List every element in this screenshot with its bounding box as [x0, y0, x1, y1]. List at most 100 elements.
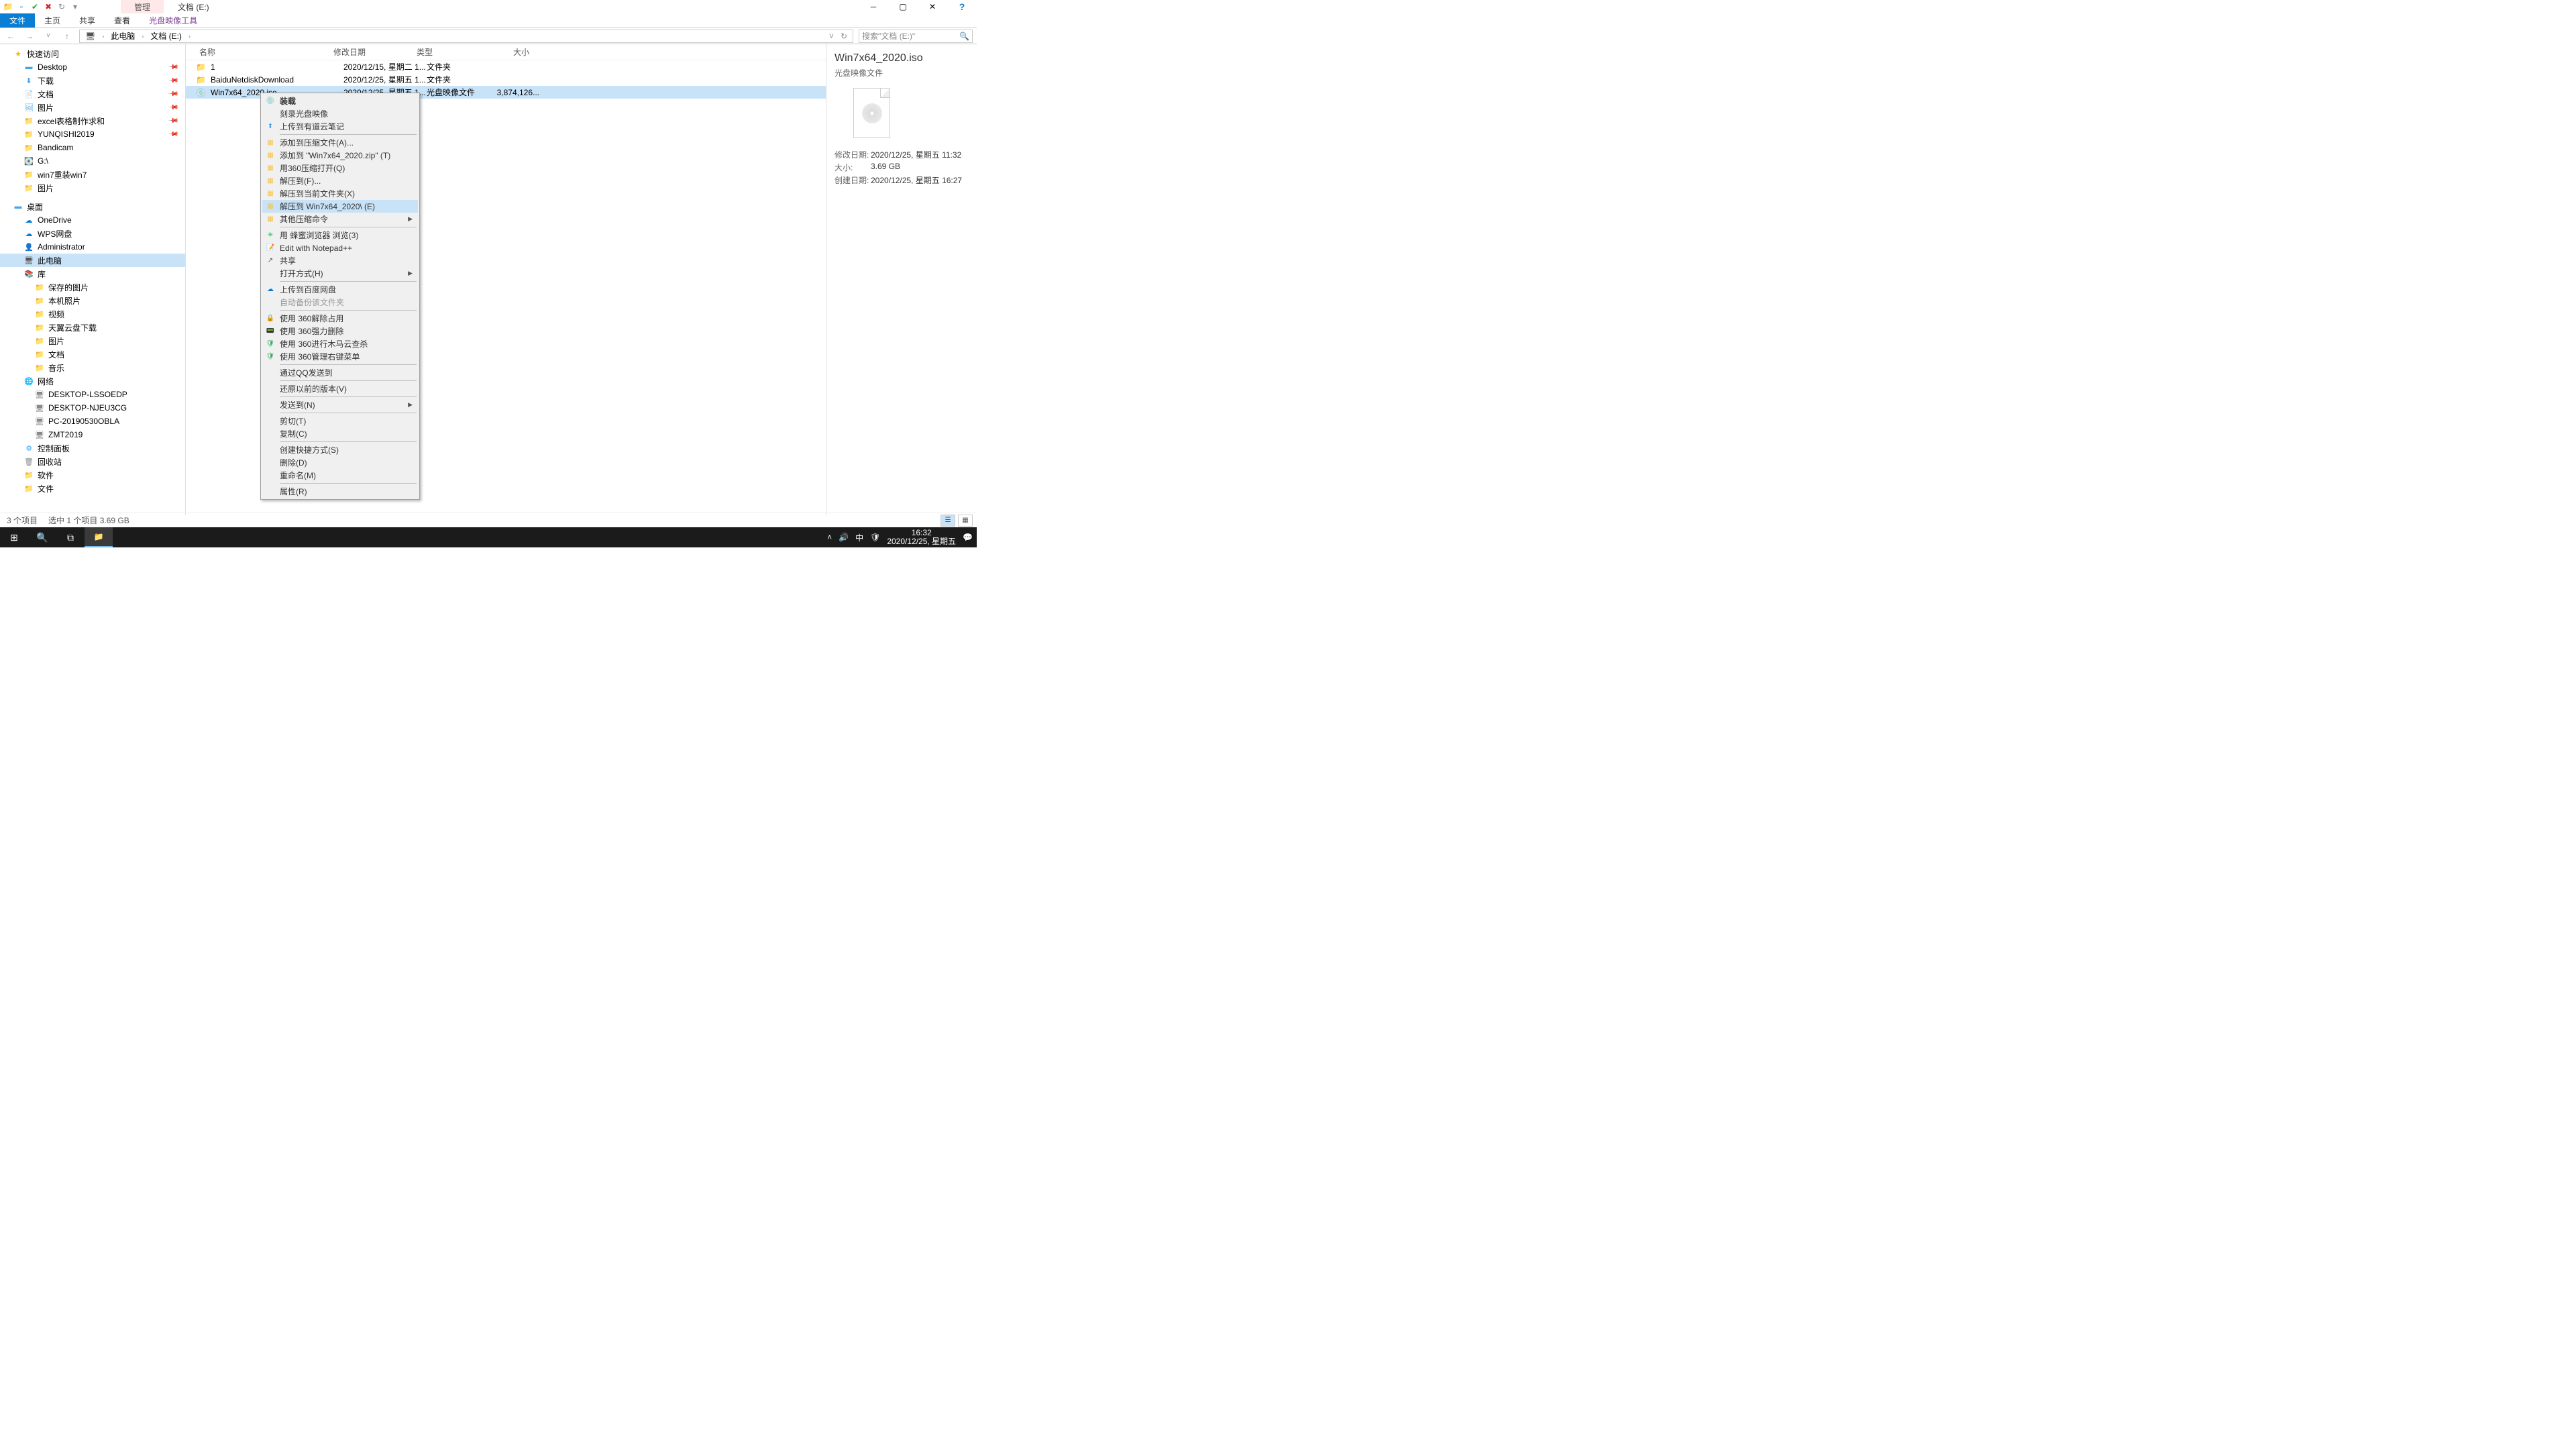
tray-chevron-up-icon[interactable]: ˄ — [827, 533, 832, 542]
nav-this-pc[interactable]: 🖥此电脑 — [0, 254, 185, 267]
nav-recycle[interactable]: 🗑回收站 — [0, 455, 185, 468]
search-button[interactable]: 🔍 — [28, 527, 56, 547]
ribbon-tab-disc-tools[interactable]: 光盘映像工具 — [140, 13, 207, 28]
breadcrumb-drive[interactable]: 文档 (E:) — [148, 30, 184, 42]
ribbon-tab-file[interactable]: 文件 — [0, 13, 35, 28]
ribbon-context-tab[interactable]: 管理 — [121, 0, 164, 13]
chevron-right-icon[interactable]: › — [186, 33, 193, 40]
nav-pc2[interactable]: 🖥DESKTOP-NJEU3CG — [0, 401, 185, 415]
nav-network[interactable]: 🌐网络 — [0, 374, 185, 388]
ctx-baidu-upload[interactable]: ☁上传到百度网盘 — [262, 283, 418, 296]
ctx-extract-here[interactable]: ▦解压到当前文件夹(X) — [262, 187, 418, 200]
nav-pictures2[interactable]: 📁图片 — [0, 181, 185, 195]
ctx-share[interactable]: ↗共享 — [262, 254, 418, 267]
ctx-360-unlock[interactable]: 🔒使用 360解除占用 — [262, 312, 418, 325]
nav-desktop-zh[interactable]: ▬桌面 — [0, 200, 185, 213]
help-button[interactable]: ? — [947, 0, 977, 13]
col-header-name[interactable]: 名称 — [186, 46, 333, 58]
ctx-fengmi[interactable]: ✳用 蜂蜜浏览器 浏览(3) — [262, 229, 418, 241]
ctx-cut[interactable]: 剪切(T) — [262, 415, 418, 427]
nav-videos[interactable]: 📁视频 — [0, 307, 185, 321]
nav-software[interactable]: 📁软件 — [0, 468, 185, 482]
refresh-icon[interactable]: ↻ — [838, 32, 850, 41]
nav-excel[interactable]: 📁excel表格制作求和📌 — [0, 114, 185, 127]
ctx-extract-folder[interactable]: ▦解压到 Win7x64_2020\ (E) — [262, 200, 418, 213]
col-header-date[interactable]: 修改日期 — [333, 46, 417, 58]
nav-desktop[interactable]: ▬Desktop📌 — [0, 60, 185, 74]
file-row[interactable]: 📁 BaiduNetdiskDownload 2020/12/25, 星期五 1… — [186, 73, 826, 86]
breadcrumb-dropdown-icon[interactable]: ˅ — [826, 32, 837, 41]
nav-admin[interactable]: 👤Administrator — [0, 240, 185, 254]
ctx-add-zip[interactable]: ▦添加到 "Win7x64_2020.zip" (T) — [262, 149, 418, 162]
chevron-right-icon[interactable]: › — [99, 33, 107, 40]
taskbar-clock[interactable]: 16:32 2020/12/25, 星期五 — [887, 529, 956, 546]
ctx-create-shortcut[interactable]: 创建快捷方式(S) — [262, 443, 418, 456]
nav-music[interactable]: 📁音乐 — [0, 361, 185, 374]
nav-local-photos[interactable]: 📁本机照片 — [0, 294, 185, 307]
nav-win7reinstall[interactable]: 📁win7重装win7 — [0, 168, 185, 181]
security-tray-icon[interactable]: 🛡 — [870, 533, 880, 542]
ctx-mount[interactable]: 💿装载 — [262, 95, 418, 107]
ctx-delete[interactable]: 删除(D) — [262, 456, 418, 469]
breadcrumb[interactable]: 🖥 › 此电脑 › 文档 (E:) › ˅ ↻ — [79, 30, 853, 43]
ctx-send-to[interactable]: 发送到(N)▶ — [262, 398, 418, 411]
ribbon-tab-view[interactable]: 查看 — [105, 13, 140, 28]
ctx-burn[interactable]: 刻录光盘映像 — [262, 107, 418, 120]
ribbon-tab-share[interactable]: 共享 — [70, 13, 105, 28]
save-qat-icon[interactable]: ▫ — [16, 1, 27, 12]
ctx-open-with[interactable]: 打开方式(H)▶ — [262, 267, 418, 280]
breadcrumb-this-pc[interactable]: 此电脑 — [108, 30, 138, 42]
nav-pics3[interactable]: 📁图片 — [0, 334, 185, 347]
nav-files[interactable]: 📁文件 — [0, 482, 185, 495]
nav-back-button[interactable]: ← — [4, 32, 17, 41]
nav-pc1[interactable]: 🖥DESKTOP-LSSOEDP — [0, 388, 185, 401]
ime-indicator[interactable]: 中 — [855, 532, 863, 543]
nav-pc4[interactable]: 🖥ZMT2019 — [0, 428, 185, 441]
ribbon-tab-home[interactable]: 主页 — [35, 13, 70, 28]
cancel-qat-icon[interactable]: ✖ — [43, 1, 54, 12]
nav-tianyi[interactable]: 📁天翼云盘下载 — [0, 321, 185, 334]
folder-qat-icon[interactable]: 📁 — [3, 1, 13, 12]
refresh-qat-icon[interactable]: ↻ — [56, 1, 67, 12]
nav-downloads[interactable]: ⬇下载📌 — [0, 74, 185, 87]
col-header-size[interactable]: 大小 — [484, 46, 537, 58]
icons-view-button[interactable]: ▦ — [958, 515, 973, 527]
details-view-button[interactable]: ☰ — [941, 515, 955, 527]
nav-onedrive[interactable]: ☁OneDrive — [0, 213, 185, 227]
nav-control-panel[interactable]: ⚙控制面板 — [0, 441, 185, 455]
nav-bandicam[interactable]: 📁Bandicam — [0, 141, 185, 154]
nav-forward-button[interactable]: → — [23, 32, 36, 41]
nav-documents[interactable]: 📄文档📌 — [0, 87, 185, 101]
start-button[interactable]: ⊞ — [0, 527, 28, 547]
ctx-properties[interactable]: 属性(R) — [262, 485, 418, 498]
ctx-rename[interactable]: 重命名(M) — [262, 469, 418, 482]
maximize-button[interactable]: ▢ — [888, 0, 918, 13]
explorer-taskbar-button[interactable]: 📁 — [85, 527, 113, 547]
nav-gdrive[interactable]: 💽G:\ — [0, 154, 185, 168]
check-qat-icon[interactable]: ✔ — [30, 1, 40, 12]
ctx-extract-to[interactable]: ▦解压到(F)... — [262, 174, 418, 187]
nav-up-button[interactable]: ↑ — [60, 32, 74, 41]
col-header-type[interactable]: 类型 — [417, 46, 484, 58]
ctx-add-archive[interactable]: ▦添加到压缩文件(A)... — [262, 136, 418, 149]
nav-history-dropdown[interactable]: ˅ — [42, 32, 55, 40]
nav-docs2[interactable]: 📁文档 — [0, 347, 185, 361]
ctx-other-compress[interactable]: ▦其他压缩命令▶ — [262, 213, 418, 225]
nav-wps[interactable]: ☁WPS网盘 — [0, 227, 185, 240]
nav-quick-access[interactable]: ★快速访问 — [0, 47, 185, 60]
file-row[interactable]: 📁 1 2020/12/15, 星期二 1... 文件夹 — [186, 60, 826, 73]
ctx-notepad[interactable]: 📝Edit with Notepad++ — [262, 241, 418, 254]
search-input[interactable]: 搜索"文档 (E:)" 🔍 — [859, 30, 973, 43]
nav-pictures[interactable]: 🖼图片📌 — [0, 101, 185, 114]
ctx-open-360zip[interactable]: ▦用360压缩打开(Q) — [262, 162, 418, 174]
minimize-button[interactable]: ─ — [859, 0, 888, 13]
ctx-360-manage[interactable]: 🛡使用 360管理右键菜单 — [262, 350, 418, 363]
task-view-button[interactable]: ⧉ — [56, 527, 85, 547]
ctx-youdao[interactable]: ⬆上传到有道云笔记 — [262, 120, 418, 133]
ctx-restore-previous[interactable]: 还原以前的版本(V) — [262, 382, 418, 395]
action-center-icon[interactable]: 💬 — [963, 533, 973, 542]
ctx-qq-send[interactable]: 通过QQ发送到 — [262, 366, 418, 379]
ctx-copy[interactable]: 复制(C) — [262, 427, 418, 440]
ctx-360-scan[interactable]: 🛡使用 360进行木马云查杀 — [262, 337, 418, 350]
nav-yunqishi[interactable]: 📁YUNQISHI2019📌 — [0, 127, 185, 141]
